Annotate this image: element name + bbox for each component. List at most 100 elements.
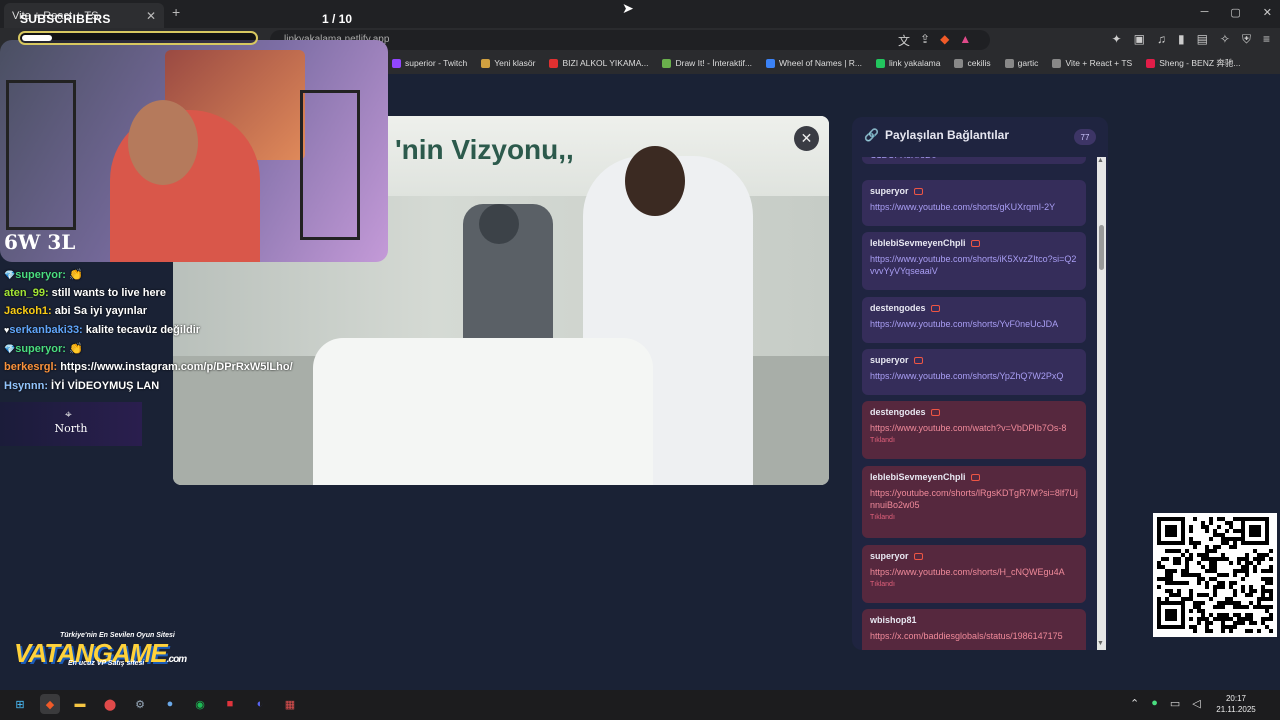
brave-rewards-icon[interactable]: ▲ bbox=[959, 32, 971, 49]
link-card[interactable]: wbishop81 https://x.com/baddiesglobals/st… bbox=[862, 609, 1086, 650]
links-list[interactable]: C1DUFX8Xr6D0 superyor https://www.youtube.… bbox=[862, 157, 1097, 650]
link-url[interactable]: https://youtube.com/shorts/lRgsKDTgR7M?s… bbox=[870, 487, 1078, 511]
scrollbar-thumb[interactable] bbox=[1099, 225, 1104, 270]
file-explorer-icon[interactable]: ▬ bbox=[70, 694, 90, 714]
vpn-icon[interactable]: ⛨ bbox=[1242, 32, 1251, 47]
link-url[interactable]: https://x.com/baddiesglobals/status/1986… bbox=[870, 630, 1078, 642]
video-table bbox=[313, 338, 653, 485]
bookmark-item[interactable]: Vite + React + TS bbox=[1052, 58, 1132, 68]
translate-icon[interactable]: 文 bbox=[898, 32, 910, 49]
webcam-overlay: 6W 3L bbox=[0, 40, 388, 262]
link-url[interactable]: https://www.youtube.com/shorts/gKUXrqmI-… bbox=[870, 201, 1078, 213]
link-url[interactable]: https://www.youtube.com/shorts/H_cNQWEgu… bbox=[870, 566, 1078, 578]
link-username: destengodes bbox=[870, 303, 926, 313]
link-card[interactable]: superyor https://www.youtube.com/shorts/H… bbox=[862, 545, 1086, 603]
shelf-left bbox=[6, 80, 76, 230]
link-username: wbishop81 bbox=[870, 615, 917, 625]
bookmark-label: Draw It! - İnteraktif... bbox=[675, 58, 752, 68]
chat-username: serkanbaki33: bbox=[9, 323, 83, 336]
youtube-icon bbox=[930, 408, 940, 416]
taskbar-apps: ⊞ ◆ ▬ ⬤ ⚙ ● ◉ ■ ◐ ▦ bbox=[10, 694, 300, 714]
wallet-icon[interactable]: ▤ bbox=[1197, 32, 1208, 47]
windows-start-icon[interactable]: ⊞ bbox=[10, 694, 30, 714]
link-url[interactable]: https://www.youtube.com/shorts/YvF0neUcJ… bbox=[870, 318, 1078, 330]
bookmark-label: link yakalama bbox=[888, 58, 941, 68]
extensions-icon[interactable]: ✦ bbox=[1112, 32, 1122, 47]
bookmark-label: gartic bbox=[1017, 58, 1039, 68]
bookmark-item[interactable]: Sheng - BENZ 奔驰... bbox=[1146, 57, 1240, 69]
video-close-button[interactable]: ✕ bbox=[794, 126, 819, 151]
link-url[interactable]: https://www.youtube.com/shorts/YpZhQ7W2P… bbox=[870, 370, 1078, 382]
link-username: leblebiSevmeyenChpli bbox=[870, 238, 966, 248]
bookmark-item[interactable]: Draw It! - İnteraktif... bbox=[662, 58, 752, 68]
chat-badge-icon: 💎 bbox=[4, 344, 16, 355]
menu-icon[interactable]: ≡ bbox=[1263, 32, 1270, 47]
screenshot-icon[interactable]: ▣ bbox=[1134, 32, 1145, 47]
link-card[interactable]: destengodes https://www.youtube.com/watch… bbox=[862, 401, 1086, 459]
maximize-button[interactable]: ▢ bbox=[1230, 6, 1240, 19]
bookmark-item[interactable]: Yeni klasör bbox=[481, 58, 535, 68]
bookmark-item[interactable]: superior - Twitch bbox=[392, 58, 467, 68]
app-window-icon[interactable]: ▦ bbox=[280, 694, 300, 714]
chat-text: kalite tecavüz değildir bbox=[85, 323, 201, 336]
bookmark-item[interactable]: gartic bbox=[1004, 58, 1039, 68]
win-loss-score: 6W 3L bbox=[4, 230, 76, 254]
link-card[interactable]: leblebiSevmeyenChpli https://youtube.com/… bbox=[862, 466, 1086, 538]
chat-username: aten_99: bbox=[4, 286, 49, 299]
chat-overlay: 💎superyor: 👏 aten_99: still wants to live h… bbox=[4, 268, 334, 398]
maps-icon[interactable]: ⬤ bbox=[100, 694, 120, 714]
chat-message: ♥serkanbaki33: kalite tecavüz değildir bbox=[4, 324, 334, 343]
discord-icon[interactable]: ◐ bbox=[250, 694, 270, 714]
link-card[interactable]: leblebiSevmeyenChpli https://www.youtube.… bbox=[862, 232, 1086, 290]
spotify-icon[interactable]: ◉ bbox=[190, 694, 210, 714]
bookmark-favicon-icon bbox=[662, 58, 672, 68]
north-widget: ⌖ North bbox=[0, 402, 142, 446]
bookmark-item[interactable]: Wheel of Names | R... bbox=[766, 58, 862, 68]
link-card[interactable]: superyor https://www.youtube.com/shorts/g… bbox=[862, 180, 1086, 226]
microphone-icon[interactable]: ● bbox=[1151, 697, 1158, 710]
link-username: destengodes bbox=[870, 407, 926, 417]
app-red-icon[interactable]: ■ bbox=[220, 694, 240, 714]
taskbar-clock[interactable]: 20:17 21.11.2025 bbox=[1206, 693, 1266, 715]
tray-chevron-icon[interactable]: ⌃ bbox=[1130, 697, 1139, 710]
sidebar-icon[interactable]: ▮ bbox=[1178, 32, 1185, 47]
bookmark-label: superior - Twitch bbox=[405, 58, 468, 68]
brave-shield-icon[interactable]: ◆ bbox=[940, 32, 949, 49]
link-card-header: wbishop81 bbox=[870, 615, 1078, 625]
steam-icon[interactable]: ⚙ bbox=[130, 694, 150, 714]
link-card-header: superyor bbox=[870, 355, 1078, 365]
close-window-button[interactable]: ✕ bbox=[1263, 6, 1272, 19]
volume-icon[interactable]: ◁ bbox=[1192, 697, 1200, 710]
link-card-header: leblebiSevmeyenChpli bbox=[870, 472, 1078, 482]
link-url: C1DUFX8Xr6D0 bbox=[870, 157, 1078, 161]
leo-ai-icon[interactable]: ✧ bbox=[1220, 32, 1230, 47]
link-card[interactable]: superyor https://www.youtube.com/shorts/Y… bbox=[862, 349, 1086, 395]
chat-username: berkesrgl: bbox=[4, 360, 58, 373]
link-card-header: superyor bbox=[870, 186, 1078, 196]
clicked-status: Tıklandı bbox=[870, 514, 895, 521]
bookmark-favicon-icon bbox=[875, 58, 885, 68]
app-icon[interactable]: ● bbox=[160, 694, 180, 714]
media-icon[interactable]: ♫ bbox=[1157, 32, 1166, 47]
subscribers-count: 1 / 10 bbox=[322, 12, 353, 26]
link-username: superyor bbox=[870, 186, 909, 196]
new-tab-button[interactable]: + bbox=[172, 4, 180, 20]
bookmark-item[interactable]: BIZI ALKOL YIKAMA... bbox=[549, 58, 648, 68]
minimize-button[interactable]: ─ bbox=[1201, 6, 1209, 19]
omnibox-actions: 文 ⇪ ◆ ▲ bbox=[898, 32, 971, 49]
brave-browser-icon[interactable]: ◆ bbox=[40, 694, 60, 714]
scroll-up-arrow[interactable]: ▲ bbox=[1097, 157, 1104, 164]
share-icon[interactable]: ⇪ bbox=[920, 32, 930, 49]
panel-title: Paylaşılan Bağlantılar bbox=[884, 128, 1010, 142]
chat-message: aten_99: still wants to live here bbox=[4, 287, 334, 306]
bookmark-item[interactable]: cekilis bbox=[954, 58, 991, 68]
scroll-down-arrow[interactable]: ▼ bbox=[1097, 640, 1104, 647]
tab-close-icon[interactable]: ✕ bbox=[146, 9, 156, 23]
network-icon[interactable]: ▭ bbox=[1170, 697, 1180, 710]
link-url[interactable]: https://www.youtube.com/watch?v=VbDPIb7O… bbox=[870, 422, 1078, 434]
bookmark-item[interactable]: link yakalama bbox=[875, 58, 941, 68]
link-url[interactable]: https://www.youtube.com/shorts/iK5XvzZIt… bbox=[870, 253, 1078, 277]
link-card[interactable]: destengodes https://www.youtube.com/short… bbox=[862, 297, 1086, 343]
chat-username: superyor: bbox=[15, 269, 66, 281]
link-card-partial[interactable]: C1DUFX8Xr6D0 bbox=[862, 157, 1086, 164]
